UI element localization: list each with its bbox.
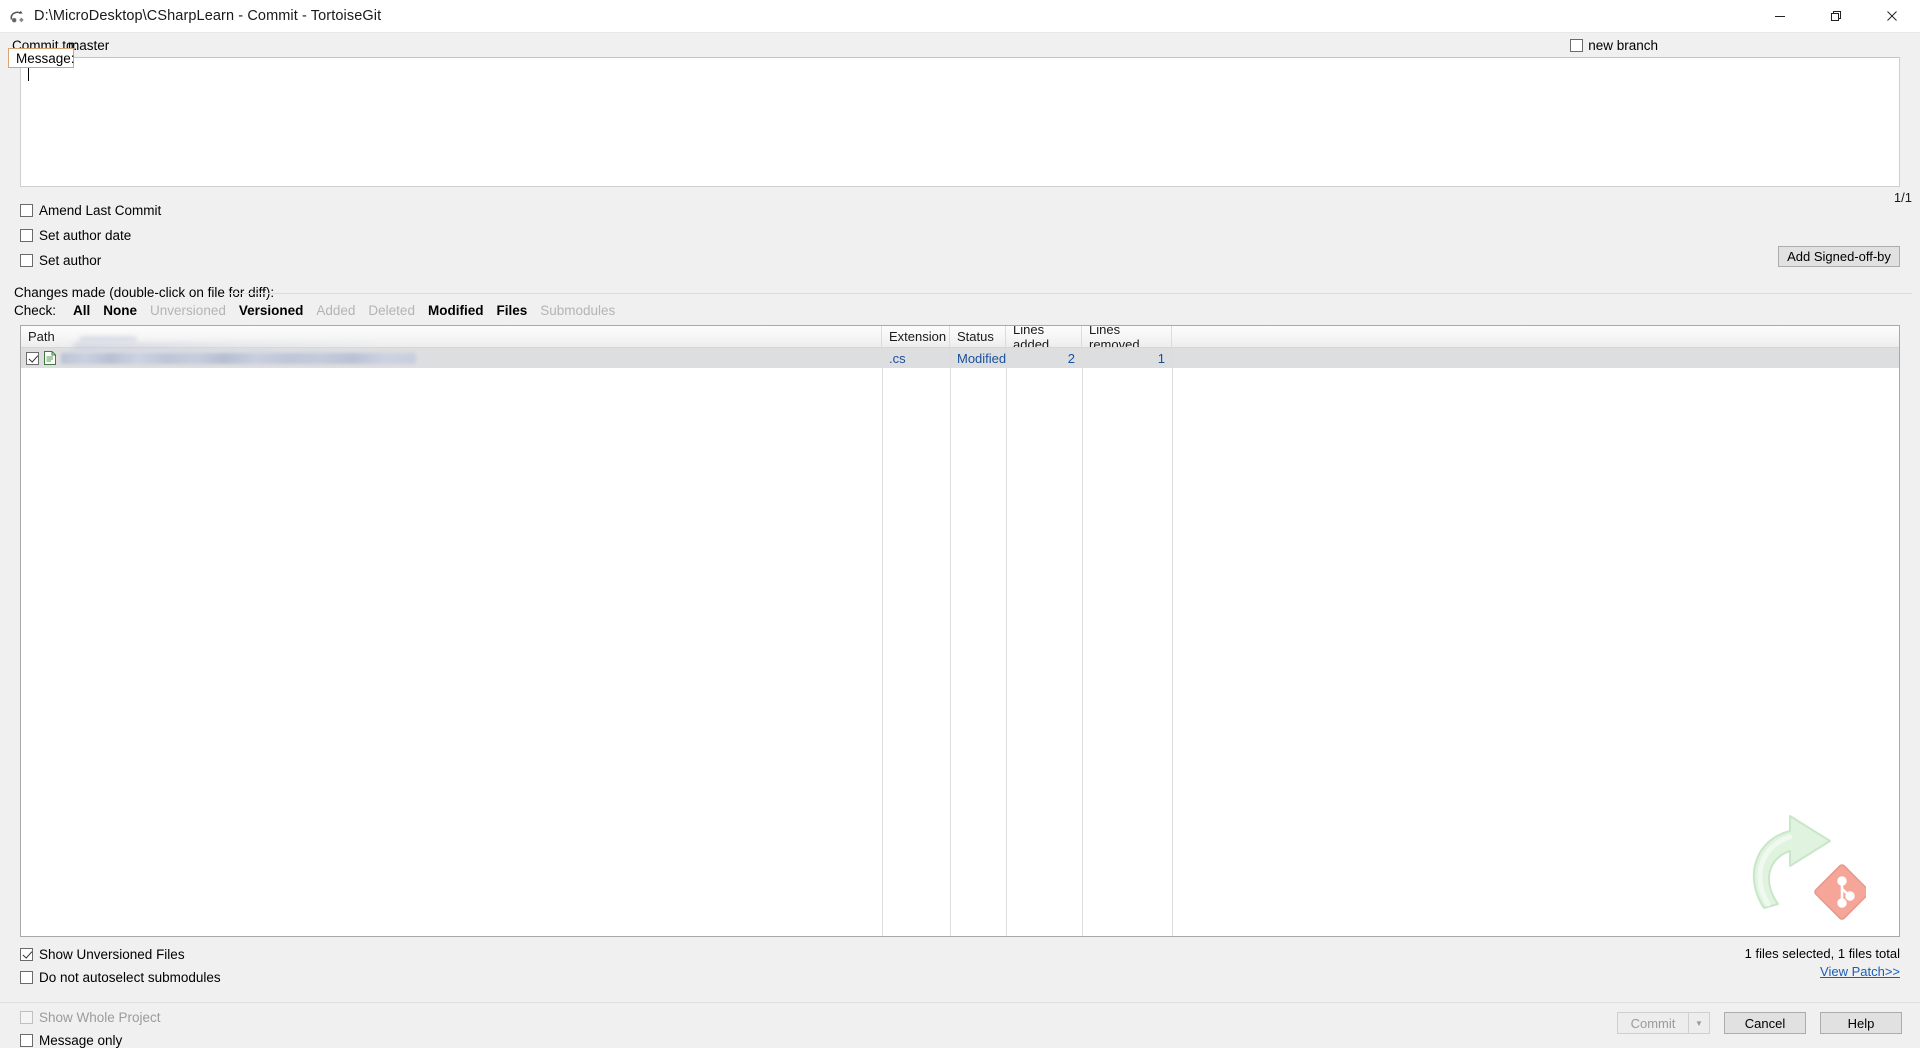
header-redaction-smudge [79,336,137,342]
set-author-date-box[interactable] [20,229,33,242]
column-header-extension[interactable]: Extension [882,326,950,347]
window-controls [1752,0,1920,32]
tortoisegit-icon [9,8,26,25]
title-bar: D:\MicroDesktop\CSharpLearn - Commit - T… [0,0,1920,33]
new-branch-box[interactable] [1570,39,1584,52]
row-extension-cell: .cs [889,350,906,366]
message-label: Message: [8,48,75,68]
filter-unversioned: Unversioned [150,303,226,318]
set-author-date[interactable]: Set author date [20,228,161,243]
set-author[interactable]: Set author [20,253,161,268]
view-patch-link[interactable]: View Patch>> [1820,964,1900,979]
cancel-button[interactable]: Cancel [1724,1012,1806,1034]
filter-modified[interactable]: Modified [428,303,484,318]
tortoisegit-watermark [1738,804,1870,924]
close-icon[interactable] [1864,0,1920,32]
amend-last-commit-label: Amend Last Commit [39,203,162,218]
restore-icon[interactable] [1808,0,1864,32]
check-filter-row: Check: All None Unversioned Versioned Ad… [14,303,628,318]
text-file-icon [44,351,56,365]
commit-to-row: Commit to: master new branch [0,33,1920,60]
show-unversioned-files[interactable]: Show Unversioned Files [20,947,221,962]
row-status-cell: Modified [957,350,1006,366]
new-branch-label: new branch [1588,38,1658,53]
help-button[interactable]: Help [1820,1012,1902,1034]
changes-divider [230,293,1912,294]
do-not-autoselect-submodules-box[interactable] [20,971,33,984]
do-not-autoselect-submodules-label: Do not autoselect submodules [39,970,221,985]
row-checkbox[interactable] [26,351,39,365]
show-whole-project: Show Whole Project [20,1010,161,1025]
set-author-label: Set author [39,253,102,268]
show-unversioned-files-label: Show Unversioned Files [39,947,185,962]
new-branch-checkbox[interactable]: new branch [1570,38,1658,53]
column-divider-end [1172,348,1173,936]
show-unversioned-files-box[interactable] [20,948,33,961]
filter-added: Added [316,303,356,318]
filter-deleted: Deleted [368,303,415,318]
amend-last-commit[interactable]: Amend Last Commit [20,203,161,218]
message-only-box[interactable] [20,1034,33,1047]
message-label-text: Message: [16,50,75,66]
row-path-redaction-tail [73,343,373,350]
column-divider-lines-removed [1082,348,1083,936]
minimize-icon[interactable] [1752,0,1808,32]
do-not-autoselect-submodules[interactable]: Do not autoselect submodules [20,970,221,985]
row-lines-removed-cell: 1 [1157,350,1165,366]
row-lines-added-cell: 2 [1067,350,1075,366]
footer-options-bottom: Show Whole Project Message only [20,1010,161,1048]
column-header-lines-added[interactable]: Lines added [1006,326,1082,347]
dialog-buttons: Commit ▼ Cancel Help [1617,1012,1902,1034]
add-signed-off-by-button[interactable]: Add Signed-off-by [1778,246,1900,267]
show-whole-project-label: Show Whole Project [39,1010,161,1025]
filter-none[interactable]: None [103,303,137,318]
amend-last-commit-box[interactable] [20,204,33,217]
message-only-label: Message only [39,1033,123,1048]
commit-button[interactable]: Commit ▼ [1617,1012,1710,1034]
filter-versioned[interactable]: Versioned [239,303,304,318]
changes-file-list[interactable]: Path Extension Status Lines added Lines … [20,325,1900,937]
filter-submodules: Submodules [540,303,616,318]
message-input[interactable] [20,57,1900,187]
column-divider-lines-added [1006,348,1007,936]
show-whole-project-box [20,1011,33,1024]
commit-button-label[interactable]: Commit [1618,1013,1688,1033]
column-divider-extension [882,348,883,936]
column-divider-status [950,348,951,936]
column-header-lines-removed[interactable]: Lines removed [1082,326,1172,347]
column-header-status[interactable]: Status [950,326,1006,347]
filter-files[interactable]: Files [496,303,527,318]
footer-divider [0,1002,1920,1003]
window-title: D:\MicroDesktop\CSharpLearn - Commit - T… [34,8,382,24]
commit-options: Amend Last Commit Set author date Set au… [20,203,161,268]
message-counter: 1/1 [1893,190,1912,205]
set-author-box[interactable] [20,254,33,267]
row-path-redacted [61,352,416,364]
footer-options-top: Show Unversioned Files Do not autoselect… [20,947,221,985]
check-label: Check: [14,303,57,318]
row-path-cell[interactable] [21,348,882,368]
commit-button-text: Commit [1630,1015,1676,1031]
filter-all[interactable]: All [73,303,90,318]
files-status-text: 1 files selected, 1 files total [1744,946,1900,961]
message-only[interactable]: Message only [20,1033,161,1048]
chevron-down-icon[interactable]: ▼ [1688,1013,1709,1033]
set-author-date-label: Set author date [39,228,132,243]
table-row[interactable]: .cs Modified 2 1 [21,348,1899,368]
